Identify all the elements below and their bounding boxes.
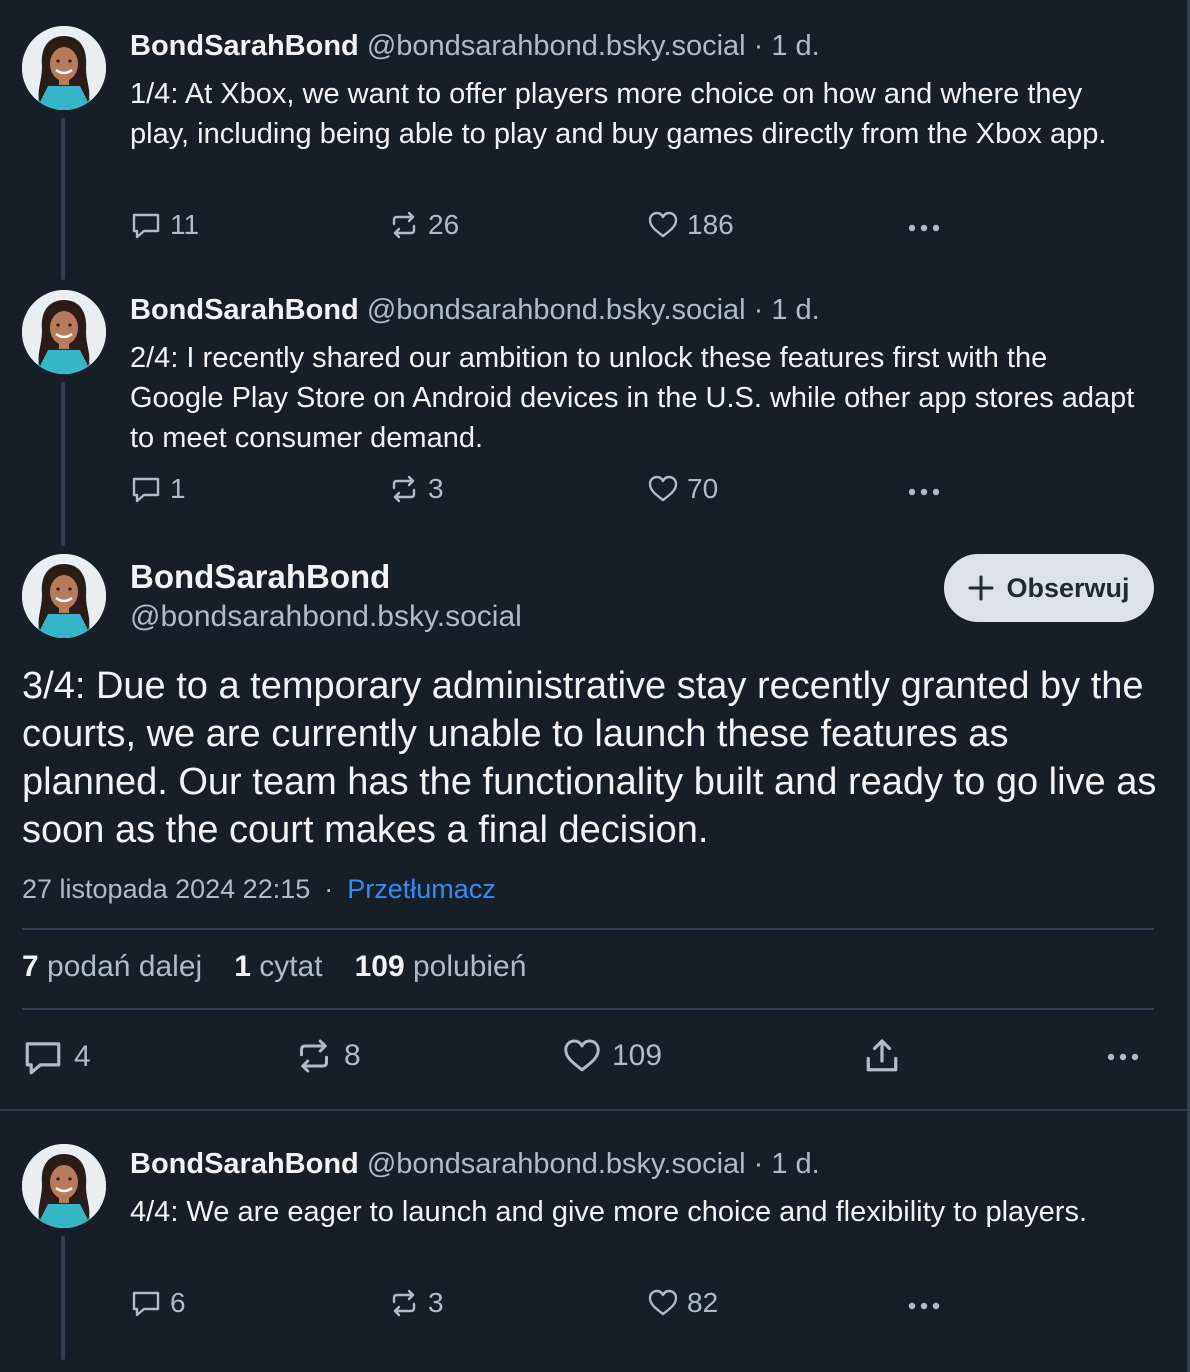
follow-button[interactable]: Obserwuj bbox=[944, 554, 1154, 622]
post-header: BondSarahBond @bondsarahbond.bsky.social… bbox=[130, 293, 820, 327]
post-meta: 27 listopada 2024 22:15 · Przetłumacz bbox=[22, 874, 496, 905]
reply-button[interactable]: 4 bbox=[22, 1036, 91, 1078]
reposts-stat-label: podań dalej bbox=[47, 950, 203, 983]
post-age[interactable]: · 1 d. bbox=[754, 294, 820, 326]
reply-icon bbox=[130, 209, 162, 241]
author-name[interactable]: BondSarahBond bbox=[130, 1148, 359, 1180]
post-age[interactable]: · 1 d. bbox=[754, 30, 820, 62]
thread-post-4[interactable]: BondSarahBond @bondsarahbond.bsky.social… bbox=[0, 1118, 1187, 1372]
heart-icon bbox=[647, 1287, 679, 1319]
post-actions: 11 26 186 bbox=[130, 208, 960, 248]
plus-icon bbox=[968, 575, 994, 601]
likes-stat-label: polubień bbox=[412, 950, 527, 983]
post-text: 4/4: We are eager to launch and give mor… bbox=[130, 1196, 1087, 1228]
like-count: 82 bbox=[687, 1287, 719, 1318]
heart-icon bbox=[647, 209, 679, 241]
reply-button[interactable]: 1 bbox=[130, 472, 186, 506]
reply-count: 6 bbox=[170, 1287, 186, 1318]
repost-button[interactable]: 26 bbox=[388, 208, 459, 242]
reply-button[interactable]: 11 bbox=[130, 208, 199, 242]
repost-count: 8 bbox=[344, 1039, 361, 1072]
post-actions: 1 3 70 bbox=[130, 472, 960, 512]
more-icon bbox=[1105, 1051, 1141, 1063]
more-options-button[interactable] bbox=[906, 222, 942, 234]
meta-separator: · bbox=[324, 874, 334, 904]
avatar[interactable] bbox=[22, 1144, 106, 1228]
repost-icon bbox=[388, 209, 420, 241]
reply-button[interactable]: 6 bbox=[130, 1286, 186, 1320]
repost-count: 3 bbox=[428, 1287, 444, 1318]
author-name[interactable]: BondSarahBond bbox=[130, 294, 359, 326]
post-age[interactable]: · 1 d. bbox=[754, 1148, 820, 1180]
post-timestamp[interactable]: 27 listopada 2024 22:15 bbox=[22, 874, 310, 904]
share-button[interactable] bbox=[862, 1036, 902, 1076]
likes-stat[interactable]: 109 polubień bbox=[355, 950, 527, 984]
thread-post-2[interactable]: BondSarahBond @bondsarahbond.bsky.social… bbox=[0, 264, 1187, 528]
reply-icon bbox=[22, 1036, 64, 1078]
reposts-stat[interactable]: 7 podań dalej bbox=[22, 950, 202, 984]
author-handle[interactable]: @bondsarahbond.bsky.social bbox=[367, 294, 746, 326]
more-options-button[interactable] bbox=[906, 486, 942, 498]
repost-count: 26 bbox=[428, 209, 460, 240]
more-icon bbox=[906, 1300, 942, 1312]
main-post-text: 3/4: Due to a temporary administrative s… bbox=[22, 665, 1157, 851]
thread-post-1[interactable]: BondSarahBond @bondsarahbond.bsky.social… bbox=[0, 0, 1187, 264]
post-header: BondSarahBond @bondsarahbond.bsky.social… bbox=[130, 29, 820, 63]
more-options-button[interactable] bbox=[1105, 1051, 1141, 1063]
reply-count: 1 bbox=[170, 473, 186, 504]
engagement-stats: 7 podań dalej 1 cytat 109 polubień bbox=[22, 950, 526, 984]
translate-link[interactable]: Przetłumacz bbox=[347, 874, 496, 904]
like-count: 109 bbox=[612, 1039, 663, 1072]
divider bbox=[22, 1008, 1154, 1010]
like-button[interactable]: 70 bbox=[647, 472, 718, 506]
post-text: 1/4: At Xbox, we want to offer players m… bbox=[130, 78, 1107, 150]
follow-label: Obserwuj bbox=[1006, 572, 1130, 603]
author-name[interactable]: BondSarahBond bbox=[130, 558, 390, 596]
post-text: 2/4: I recently shared our ambition to u… bbox=[130, 342, 1135, 454]
avatar[interactable] bbox=[22, 26, 106, 110]
main-post-header: BondSarahBond @bondsarahbond.bsky.social… bbox=[0, 554, 1187, 644]
quotes-stat-label: cytat bbox=[259, 950, 323, 983]
like-count: 70 bbox=[687, 473, 719, 504]
like-button[interactable]: 109 bbox=[562, 1036, 662, 1076]
more-icon bbox=[906, 486, 942, 498]
repost-icon bbox=[388, 473, 420, 505]
reposts-stat-count: 7 bbox=[22, 950, 39, 983]
repost-icon bbox=[294, 1036, 334, 1076]
divider bbox=[22, 928, 1154, 930]
main-post-actions: 4 8 109 bbox=[22, 1036, 1162, 1080]
author-name[interactable]: BondSarahBond bbox=[130, 30, 359, 62]
like-count: 186 bbox=[687, 209, 734, 240]
author-handle[interactable]: @bondsarahbond.bsky.social bbox=[130, 600, 522, 634]
likes-stat-count: 109 bbox=[354, 950, 405, 983]
avatar[interactable] bbox=[22, 290, 106, 374]
post-actions: 6 3 82 bbox=[130, 1286, 960, 1326]
more-options-button[interactable] bbox=[906, 1300, 942, 1312]
repost-count: 3 bbox=[428, 473, 444, 504]
repost-button[interactable]: 3 bbox=[388, 1286, 444, 1320]
like-button[interactable]: 186 bbox=[647, 208, 734, 242]
author-handle[interactable]: @bondsarahbond.bsky.social bbox=[367, 30, 746, 62]
divider bbox=[0, 1109, 1187, 1111]
repost-icon bbox=[388, 1287, 420, 1319]
thread-view: BondSarahBond @bondsarahbond.bsky.social… bbox=[0, 0, 1190, 1372]
heart-icon bbox=[562, 1036, 602, 1076]
like-button[interactable]: 82 bbox=[647, 1286, 718, 1320]
reply-count: 11 bbox=[170, 209, 200, 240]
author-handle[interactable]: @bondsarahbond.bsky.social bbox=[367, 1148, 746, 1180]
heart-icon bbox=[647, 473, 679, 505]
reply-icon bbox=[130, 473, 162, 505]
more-icon bbox=[906, 222, 942, 234]
repost-button[interactable]: 8 bbox=[294, 1036, 361, 1076]
post-header: BondSarahBond @bondsarahbond.bsky.social… bbox=[130, 1147, 820, 1181]
reply-icon bbox=[130, 1287, 162, 1319]
share-icon bbox=[862, 1036, 902, 1076]
repost-button[interactable]: 3 bbox=[388, 472, 444, 506]
quotes-stat-count: 1 bbox=[234, 950, 251, 983]
reply-count: 4 bbox=[74, 1040, 91, 1073]
quotes-stat[interactable]: 1 cytat bbox=[234, 950, 322, 984]
